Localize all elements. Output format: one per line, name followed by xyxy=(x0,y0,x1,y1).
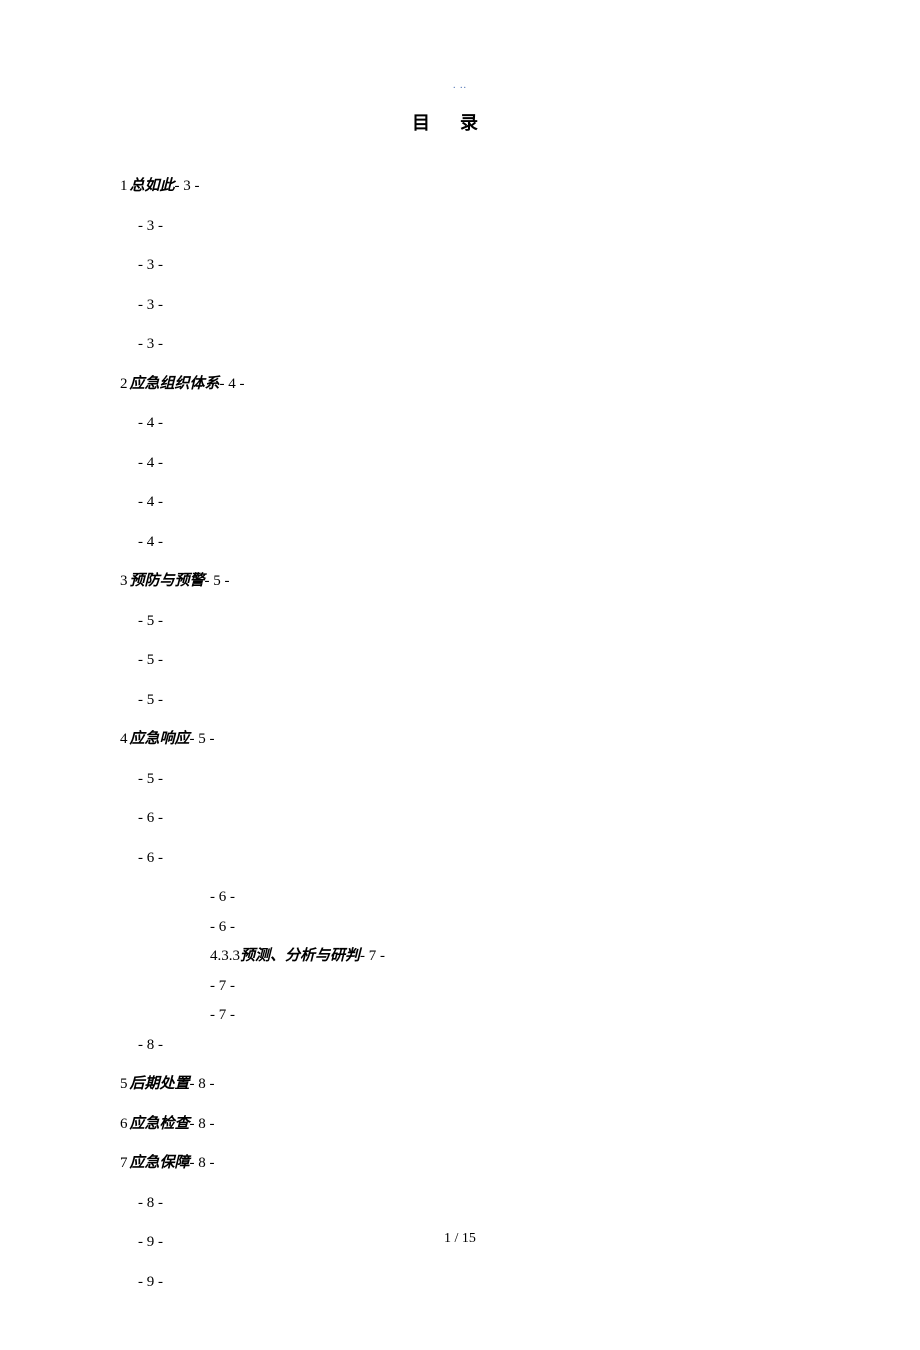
toc-entry: - 7 - xyxy=(120,1004,800,1027)
toc-title: 目录 xyxy=(120,109,800,135)
toc-entry-page: - 4 - xyxy=(138,455,163,471)
toc-entry-number: 4.3.3 xyxy=(210,948,240,964)
toc-entry-label: 预防与预警 xyxy=(130,573,205,589)
toc-entry: 4应急响应- 5 - xyxy=(120,728,800,751)
toc-entry-page: - 6 - xyxy=(210,889,235,905)
toc-entry: - 3 - xyxy=(120,333,800,356)
toc-entry: - 4 - xyxy=(120,531,800,554)
toc-entry: - 6 - xyxy=(120,807,800,830)
toc-entry-page: - 8 - xyxy=(190,1155,215,1171)
toc-entry-page: - 7 - xyxy=(210,978,235,994)
toc-entry: - 6 - xyxy=(120,886,800,909)
toc-entry: 5后期处置- 8 - xyxy=(120,1073,800,1096)
toc-entry: 6应急检查- 8 - xyxy=(120,1113,800,1136)
toc-entry: 4.3.3预测、分析与研判- 7 - xyxy=(120,945,800,968)
header-mark: . .. xyxy=(120,80,800,91)
toc-entry-page: - 6 - xyxy=(210,919,235,935)
page-footer: 1 / 15 xyxy=(0,1231,920,1247)
toc-entry-page: - 6 - xyxy=(138,850,163,866)
toc-entry: - 3 - xyxy=(120,294,800,317)
document-page: . .. 目录 1总如此- 3 -- 3 -- 3 -- 3 -- 3 -2应急… xyxy=(0,0,920,1350)
toc-entry-page: - 5 - xyxy=(138,692,163,708)
toc-entry-page: - 8 - xyxy=(190,1116,215,1132)
toc-entry: 3预防与预警- 5 - xyxy=(120,570,800,593)
toc-entry: - 5 - xyxy=(120,768,800,791)
toc-entry: - 4 - xyxy=(120,452,800,475)
toc-entry-number: 3 xyxy=(120,573,128,589)
toc-entry-number: 1 xyxy=(120,178,128,194)
toc-entry: - 5 - xyxy=(120,689,800,712)
toc-entry: - 8 - xyxy=(120,1034,800,1057)
toc-entry: 2应急组织体系- 4 - xyxy=(120,373,800,396)
toc-entry-page: - 4 - xyxy=(220,376,245,392)
toc-entry-page: - 7 - xyxy=(360,948,385,964)
toc-entry-label: 应急组织体系 xyxy=(130,376,220,392)
toc-entry-page: - 4 - xyxy=(138,415,163,431)
toc-entry-page: - 8 - xyxy=(138,1195,163,1211)
toc-entry-page: - 5 - xyxy=(138,771,163,787)
toc-entry-page: - 3 - xyxy=(175,178,200,194)
toc-entry-page: - 8 - xyxy=(138,1037,163,1053)
toc-entry: - 3 - xyxy=(120,254,800,277)
toc-entry-page: - 3 - xyxy=(138,218,163,234)
toc-entry: - 5 - xyxy=(120,649,800,672)
toc-entry-label: 后期处置 xyxy=(130,1076,190,1092)
toc-entry-page: - 5 - xyxy=(205,573,230,589)
toc-entry-label: 应急检查 xyxy=(130,1116,190,1132)
toc-entry-page: - 9 - xyxy=(138,1274,163,1290)
toc-entry-page: - 5 - xyxy=(190,731,215,747)
toc-entry-number: 7 xyxy=(120,1155,128,1171)
toc-entry-number: 5 xyxy=(120,1076,128,1092)
toc-entry-label: 应急响应 xyxy=(130,731,190,747)
toc-entry-page: - 5 - xyxy=(138,652,163,668)
toc-entry-page: - 7 - xyxy=(210,1007,235,1023)
toc-entry-page: - 6 - xyxy=(138,810,163,826)
toc-entry: - 4 - xyxy=(120,412,800,435)
toc-entry: - 7 - xyxy=(120,975,800,998)
toc-entry-page: - 8 - xyxy=(190,1076,215,1092)
toc-entry: 7应急保障- 8 - xyxy=(120,1152,800,1175)
toc-entry-page: - 3 - xyxy=(138,257,163,273)
toc-entry-page: - 3 - xyxy=(138,336,163,352)
toc-entry: 1总如此- 3 - xyxy=(120,175,800,198)
toc-entry-number: 6 xyxy=(120,1116,128,1132)
toc-entry-number: 4 xyxy=(120,731,128,747)
toc-entry: - 8 - xyxy=(120,1192,800,1215)
toc-entry: - 3 - xyxy=(120,215,800,238)
toc-entry-page: - 4 - xyxy=(138,494,163,510)
toc-entry: - 9 - xyxy=(120,1271,800,1294)
toc-entry-page: - 4 - xyxy=(138,534,163,550)
toc-entry: - 6 - xyxy=(120,847,800,870)
table-of-contents: 1总如此- 3 -- 3 -- 3 -- 3 -- 3 -2应急组织体系- 4 … xyxy=(120,175,800,1293)
toc-entry: - 6 - xyxy=(120,916,800,939)
toc-entry-label: 预测、分析与研判 xyxy=(240,948,360,964)
toc-entry-label: 总如此 xyxy=(130,178,175,194)
toc-entry: - 4 - xyxy=(120,491,800,514)
toc-entry-page: - 5 - xyxy=(138,613,163,629)
toc-entry-number: 2 xyxy=(120,376,128,392)
toc-entry: - 5 - xyxy=(120,610,800,633)
toc-entry-label: 应急保障 xyxy=(130,1155,190,1171)
toc-entry-page: - 3 - xyxy=(138,297,163,313)
